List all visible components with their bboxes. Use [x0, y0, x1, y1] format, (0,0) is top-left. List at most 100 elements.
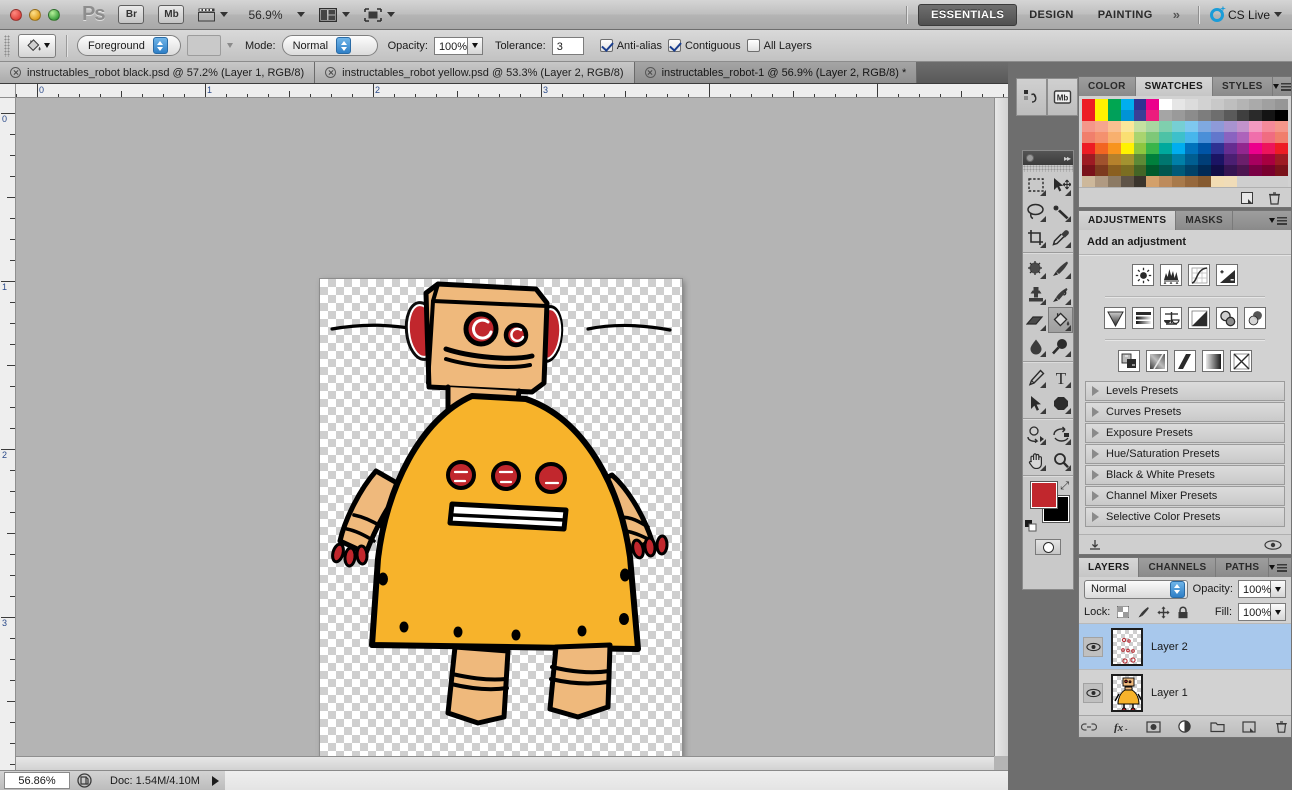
swatch-0-2[interactable] [1107, 99, 1121, 110]
layer-visibility-toggle[interactable] [1083, 636, 1103, 657]
swatch-0-1[interactable] [1094, 99, 1108, 110]
collapse-dot-icon[interactable] [1026, 154, 1034, 162]
document-tab-1[interactable]: instructables_robot black.psd @ 57.2% (L… [0, 62, 316, 83]
black-white-adjustment[interactable] [1188, 307, 1210, 329]
tool-crop[interactable] [1023, 224, 1048, 250]
swatch-7-8[interactable] [1185, 176, 1198, 187]
opacity-input[interactable]: 100% [433, 36, 468, 55]
swatch-1-12[interactable] [1236, 110, 1250, 121]
swatch-3-6[interactable] [1159, 132, 1173, 143]
swatch-4-5[interactable] [1146, 143, 1160, 154]
swatch-6-13[interactable] [1249, 165, 1263, 176]
threshold-adjustment[interactable] [1174, 350, 1196, 372]
all-layers-checkbox[interactable]: All Layers [746, 39, 812, 52]
close-icon[interactable] [325, 67, 337, 78]
swatch-7-3[interactable] [1120, 176, 1134, 187]
swatch-5-5[interactable] [1146, 154, 1160, 165]
tool-3d-orbit[interactable] [1048, 421, 1073, 447]
tool-blur[interactable] [1023, 333, 1048, 359]
swatch-1-2[interactable] [1107, 110, 1121, 121]
artboard[interactable] [320, 279, 682, 765]
swatch-0-4[interactable] [1133, 99, 1147, 110]
swatch-1-5[interactable] [1146, 110, 1160, 121]
tab-layers[interactable]: LAYERS [1079, 558, 1140, 577]
swatch-5-12[interactable] [1236, 154, 1250, 165]
swatch-grid[interactable] [1079, 96, 1291, 187]
pattern-dropdown-icon[interactable] [227, 43, 233, 48]
swatch-1-0[interactable] [1082, 110, 1095, 121]
close-window-button[interactable] [10, 8, 22, 21]
layer-name[interactable]: Layer 2 [1151, 641, 1188, 653]
link-layers-button[interactable] [1081, 720, 1097, 734]
horizontal-ruler[interactable]: 0 1 2 3 [16, 84, 1008, 98]
swatch-4-12[interactable] [1236, 143, 1250, 154]
tool-paint-bucket[interactable] [1048, 307, 1073, 333]
expand-arrows-icon[interactable]: ▸▸ [1064, 154, 1071, 163]
swatch-2-2[interactable] [1107, 121, 1121, 132]
swatch-5-3[interactable] [1120, 154, 1134, 165]
swatch-2-11[interactable] [1223, 121, 1237, 132]
swatch-0-15[interactable] [1275, 99, 1288, 110]
workspace-design[interactable]: DESIGN [1017, 5, 1086, 25]
swatch-2-10[interactable] [1210, 121, 1224, 132]
opacity-field-group[interactable]: 100% [433, 36, 483, 55]
status-zoom-input[interactable]: 56.86% [4, 772, 70, 789]
swatch-2-3[interactable] [1120, 121, 1134, 132]
swatch-0-0[interactable] [1082, 99, 1095, 110]
preset-row-1[interactable]: Curves Presets [1085, 402, 1285, 422]
swatch-1-14[interactable] [1262, 110, 1276, 121]
history-panel-icon[interactable] [1016, 78, 1047, 116]
window-controls[interactable] [0, 8, 60, 21]
swatch-7-12[interactable] [1236, 176, 1250, 187]
swatch-4-3[interactable] [1120, 143, 1134, 154]
layer-fill-group[interactable]: 100% [1238, 603, 1286, 621]
swatch-3-0[interactable] [1082, 132, 1095, 143]
view-extras-menu[interactable] [198, 8, 229, 22]
swatch-2-4[interactable] [1133, 121, 1147, 132]
contiguous-checkbox[interactable]: Contiguous [667, 39, 741, 52]
photo-filter-adjustment[interactable] [1216, 307, 1238, 329]
tools-palette-header[interactable]: ▸▸ [1023, 151, 1073, 165]
swatch-4-2[interactable] [1107, 143, 1121, 154]
swatch-7-10[interactable] [1210, 176, 1224, 187]
swatch-4-1[interactable] [1094, 143, 1108, 154]
swatch-2-0[interactable] [1082, 121, 1095, 132]
swatch-3-12[interactable] [1236, 132, 1250, 143]
swatch-4-14[interactable] [1262, 143, 1276, 154]
layer-opacity-dropdown-arrow[interactable] [1271, 580, 1286, 598]
swatch-1-15[interactable] [1275, 110, 1288, 121]
swatch-1-11[interactable] [1223, 110, 1237, 121]
swatch-3-5[interactable] [1146, 132, 1160, 143]
lock-position-button[interactable] [1156, 605, 1170, 619]
opacity-dropdown-arrow[interactable] [467, 36, 483, 55]
preset-row-2[interactable]: Exposure Presets [1085, 423, 1285, 443]
canvas-viewport[interactable] [16, 98, 1008, 770]
status-info-menu-icon[interactable] [211, 775, 219, 786]
tool-eraser[interactable] [1023, 307, 1048, 333]
tool-type[interactable]: T [1048, 364, 1073, 390]
swatch-6-3[interactable] [1120, 165, 1134, 176]
toggle-visibility-icon[interactable] [1263, 539, 1283, 551]
swatch-6-14[interactable] [1262, 165, 1276, 176]
swatch-2-7[interactable] [1172, 121, 1185, 132]
swatch-6-11[interactable] [1223, 165, 1237, 176]
swatch-4-6[interactable] [1159, 143, 1173, 154]
tool-marquee[interactable] [1023, 172, 1048, 198]
layers-panel-menu[interactable] [1269, 558, 1291, 577]
swatch-2-6[interactable] [1159, 121, 1173, 132]
swatch-7-0[interactable] [1082, 176, 1095, 187]
swatch-2-13[interactable] [1249, 121, 1263, 132]
swatch-3-9[interactable] [1197, 132, 1211, 143]
swatch-1-9[interactable] [1197, 110, 1211, 121]
swatch-6-15[interactable] [1275, 165, 1288, 176]
swatch-3-11[interactable] [1223, 132, 1237, 143]
tab-styles[interactable]: STYLES [1212, 77, 1273, 96]
swatch-7-11[interactable] [1223, 176, 1237, 187]
new-group-button[interactable] [1209, 720, 1225, 734]
lock-all-button[interactable] [1176, 605, 1190, 619]
status-proxy-icon[interactable] [74, 772, 94, 789]
layer-thumbnail[interactable] [1111, 673, 1143, 712]
swatch-0-12[interactable] [1236, 99, 1250, 110]
blend-mode-dropdown[interactable]: Normal [281, 35, 378, 56]
swatch-2-1[interactable] [1094, 121, 1108, 132]
